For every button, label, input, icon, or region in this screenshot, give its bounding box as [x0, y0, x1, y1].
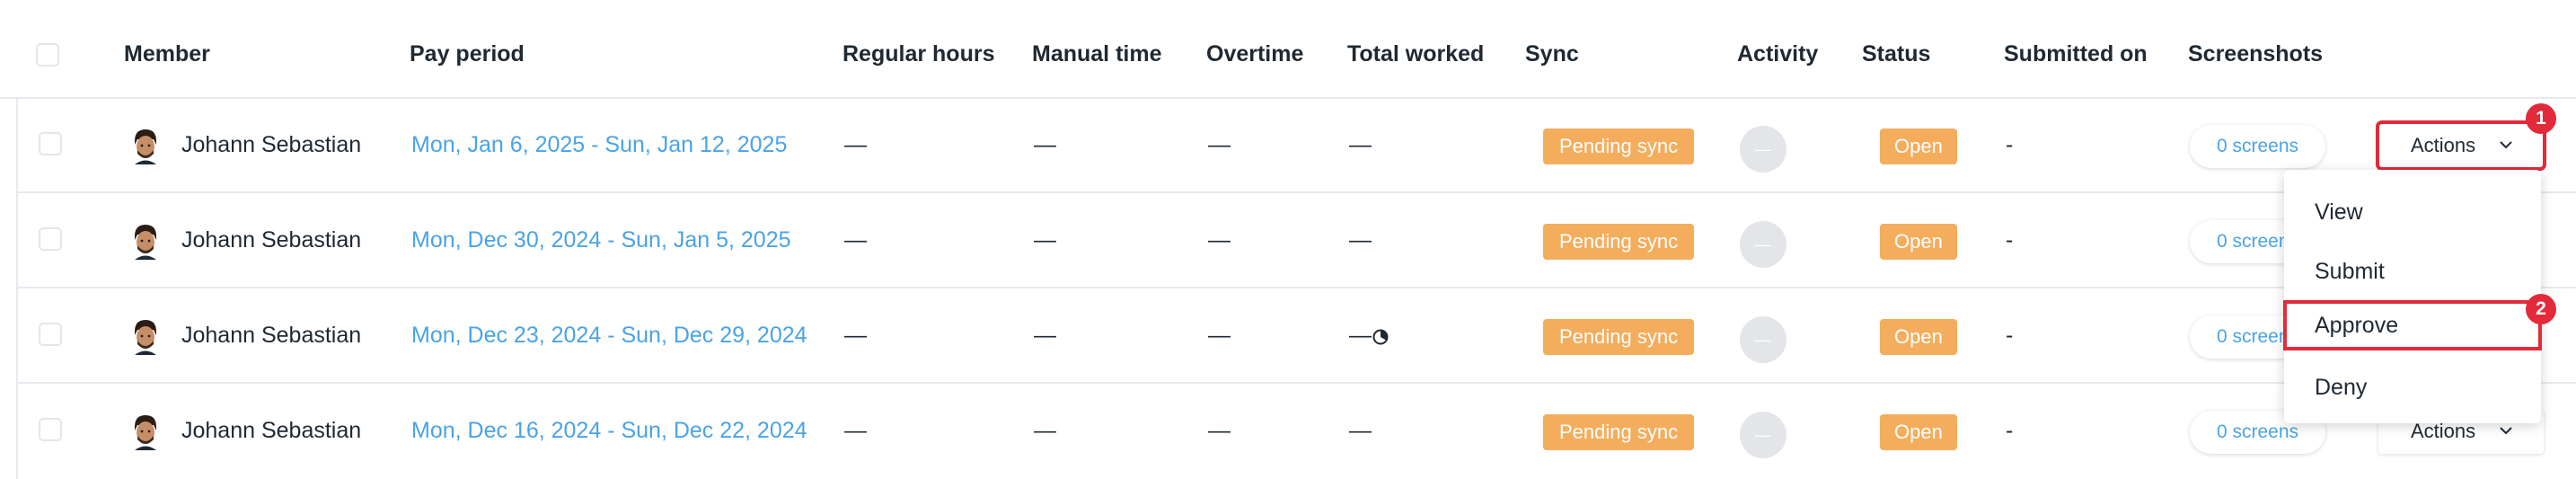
actions-button-label: Actions	[2411, 134, 2476, 156]
column-regular-hours[interactable]: Regular hours	[842, 0, 994, 97]
column-status[interactable]: Status	[1862, 0, 1930, 97]
column-sync[interactable]: Sync	[1525, 0, 1579, 97]
menu-item-view[interactable]: View	[2284, 184, 2541, 240]
regular-hours-value: —	[844, 323, 867, 348]
total-worked-value: —	[1349, 323, 1372, 348]
column-manual-time[interactable]: Manual time	[1032, 0, 1161, 97]
sync-badge: Pending sync	[1543, 319, 1695, 355]
activity-indicator: —	[1740, 316, 1786, 363]
pay-period-link[interactable]: Mon, Jan 6, 2025 - Sun, Jan 12, 2025	[411, 98, 787, 191]
chevron-down-icon	[2500, 141, 2512, 149]
table-header: Member Pay period Regular hours Manual t…	[0, 0, 2576, 99]
row-checkbox[interactable]	[39, 227, 62, 251]
sync-badge: Pending sync	[1543, 129, 1695, 164]
column-total-worked[interactable]: Total worked	[1347, 0, 1484, 97]
avatar	[128, 319, 163, 355]
overtime-value: —	[1208, 132, 1231, 157]
column-overtime[interactable]: Overtime	[1206, 0, 1303, 97]
member-name[interactable]: Johann Sebastian	[181, 98, 361, 191]
manual-time-value: —	[1034, 132, 1056, 157]
column-member[interactable]: Member	[124, 0, 210, 97]
table-row[interactable]: Johann Sebastian Mon, Dec 16, 2024 - Sun…	[16, 384, 2576, 479]
submitted-on-value: -	[2006, 227, 2014, 253]
sync-badge: Pending sync	[1543, 414, 1695, 450]
table-row[interactable]: Johann Sebastian Mon, Jan 6, 2025 - Sun,…	[16, 98, 2576, 193]
total-worked-value: —	[1349, 132, 1372, 157]
member-name[interactable]: Johann Sebastian	[181, 288, 361, 382]
total-worked-value: —	[1349, 418, 1372, 443]
row-checkbox[interactable]	[39, 323, 62, 346]
pay-period-link[interactable]: Mon, Dec 30, 2024 - Sun, Jan 5, 2025	[411, 193, 791, 287]
menu-item-deny[interactable]: Deny	[2284, 359, 2541, 415]
status-badge: Open	[1880, 129, 1957, 164]
member-name[interactable]: Johann Sebastian	[181, 384, 361, 477]
submitted-on-value: -	[2006, 418, 2014, 443]
sync-badge: Pending sync	[1543, 224, 1695, 260]
column-activity[interactable]: Activity	[1737, 0, 1818, 97]
regular-hours-value: —	[844, 418, 867, 443]
avatar	[128, 129, 163, 164]
activity-indicator: —	[1740, 221, 1786, 268]
status-badge: Open	[1880, 224, 1957, 260]
manual-time-value: —	[1034, 227, 1056, 253]
row-checkbox[interactable]	[39, 132, 62, 155]
column-screenshots[interactable]: Screenshots	[2188, 0, 2323, 97]
row-checkbox[interactable]	[39, 418, 62, 441]
pay-period-link[interactable]: Mon, Dec 23, 2024 - Sun, Dec 29, 2024	[411, 288, 807, 382]
chevron-down-icon	[2500, 427, 2512, 435]
regular-hours-value: —	[844, 132, 867, 157]
screenshots-button[interactable]: 0 screens	[2190, 125, 2326, 168]
timesheets-table: Member Pay period Regular hours Manual t…	[0, 0, 2576, 479]
manual-time-value: —	[1034, 418, 1056, 443]
avatar	[128, 414, 163, 450]
avatar	[128, 224, 163, 260]
status-badge: Open	[1880, 414, 1957, 450]
regular-hours-value: —	[844, 227, 867, 253]
total-worked-value: —	[1349, 227, 1372, 253]
menu-item-approve[interactable]: Approve	[2283, 300, 2542, 350]
status-badge: Open	[1880, 319, 1957, 355]
column-pay-period[interactable]: Pay period	[410, 0, 525, 97]
overtime-value: —	[1208, 227, 1231, 253]
submitted-on-value: -	[2006, 132, 2014, 157]
submitted-on-value: -	[2006, 323, 2014, 348]
member-name[interactable]: Johann Sebastian	[181, 193, 361, 287]
partial-pie-icon	[1372, 329, 1389, 345]
activity-indicator: —	[1740, 412, 1786, 458]
actions-dropdown-menu: View Submit Approve Deny	[2283, 170, 2542, 423]
overtime-value: —	[1208, 323, 1231, 348]
menu-item-submit[interactable]: Submit	[2284, 244, 2541, 299]
activity-indicator: —	[1740, 126, 1786, 173]
annotation-marker-1: 1	[2526, 103, 2556, 134]
manual-time-value: —	[1034, 323, 1056, 348]
annotation-marker-2: 2	[2526, 294, 2556, 324]
table-row[interactable]: Johann Sebastian Mon, Dec 30, 2024 - Sun…	[16, 193, 2576, 288]
table-row[interactable]: Johann Sebastian Mon, Dec 23, 2024 - Sun…	[16, 288, 2576, 384]
overtime-value: —	[1208, 418, 1231, 443]
column-submitted-on[interactable]: Submitted on	[2004, 0, 2148, 97]
pay-period-link[interactable]: Mon, Dec 16, 2024 - Sun, Dec 22, 2024	[411, 384, 807, 477]
select-all-checkbox[interactable]	[36, 43, 59, 67]
actions-button[interactable]: Actions	[2376, 120, 2546, 171]
